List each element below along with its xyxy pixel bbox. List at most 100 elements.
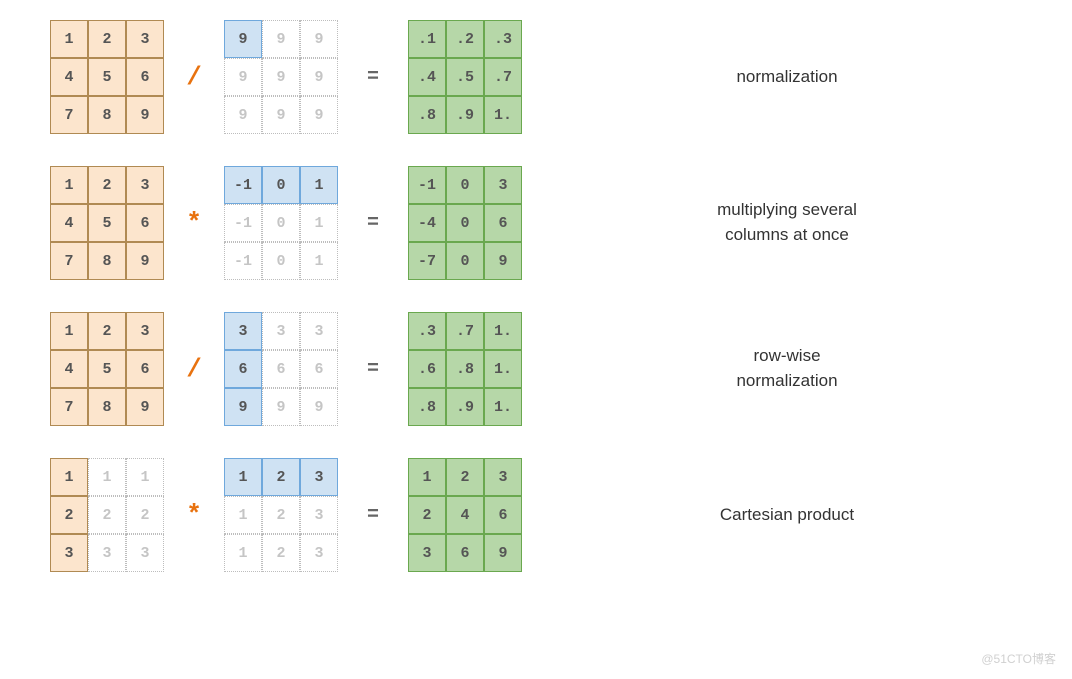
left-matrix-cell: 3 [50, 534, 88, 572]
mid-matrix-cell: 9 [224, 96, 262, 134]
operator-symbol: * [164, 208, 224, 238]
mid-matrix-cell: 3 [300, 534, 338, 572]
result-matrix-cell: 6 [484, 496, 522, 534]
watermark: @51CTO博客 [981, 650, 1056, 667]
mid-matrix-cell: 0 [262, 242, 300, 280]
result-matrix-cell: 2 [446, 458, 484, 496]
result-matrix-cell: 6 [446, 534, 484, 572]
row-label: Cartesian product [522, 503, 1022, 528]
left-matrix: 123456789 [50, 20, 164, 134]
left-matrix: 111222333 [50, 458, 164, 572]
result-matrix-cell: .2 [446, 20, 484, 58]
operator-symbol: / [164, 62, 224, 92]
left-matrix-cell: 2 [88, 166, 126, 204]
mid-matrix-cell: -1 [224, 242, 262, 280]
left-matrix-cell: 2 [126, 496, 164, 534]
mid-matrix-cell: 3 [300, 458, 338, 496]
operator-symbol: / [164, 354, 224, 384]
left-matrix-cell: 3 [126, 534, 164, 572]
left-matrix-cell: 7 [50, 96, 88, 134]
row-label: multiplying severalcolumns at once [522, 198, 1022, 247]
result-matrix-cell: -4 [408, 204, 446, 242]
left-matrix-cell: 7 [50, 388, 88, 426]
result-matrix-cell: 3 [408, 534, 446, 572]
mid-matrix-cell: 2 [262, 534, 300, 572]
left-matrix-cell: 2 [50, 496, 88, 534]
left-matrix-cell: 9 [126, 96, 164, 134]
mid-matrix-cell: 9 [300, 388, 338, 426]
left-matrix-cell: 3 [88, 534, 126, 572]
mid-matrix-cell: 9 [300, 58, 338, 96]
mid-matrix-cell: 0 [262, 166, 300, 204]
example-row-1: 123456789*-101-101-101=-103-406-709multi… [50, 166, 1022, 280]
result-matrix-cell: 1 [408, 458, 446, 496]
left-matrix-cell: 4 [50, 58, 88, 96]
result-matrix: 123246369 [408, 458, 522, 572]
result-matrix-cell: .3 [408, 312, 446, 350]
mid-matrix-cell: 9 [224, 388, 262, 426]
mid-matrix-cell: 1 [300, 166, 338, 204]
result-matrix-cell: .8 [446, 350, 484, 388]
equals-symbol: = [338, 212, 408, 235]
result-matrix-cell: 1. [484, 312, 522, 350]
mid-matrix-cell: 1 [300, 204, 338, 242]
example-row-3: 111222333*123123123=123246369Cartesian p… [50, 458, 1022, 572]
result-matrix-cell: .6 [408, 350, 446, 388]
mid-matrix: 333666999 [224, 312, 338, 426]
result-matrix-cell: 2 [408, 496, 446, 534]
left-matrix-cell: 1 [50, 312, 88, 350]
left-matrix-cell: 1 [50, 458, 88, 496]
mid-matrix-cell: 0 [262, 204, 300, 242]
mid-matrix-cell: 1 [224, 458, 262, 496]
left-matrix-cell: 5 [88, 204, 126, 242]
left-matrix-cell: 3 [126, 312, 164, 350]
equals-symbol: = [338, 504, 408, 527]
left-matrix-cell: 6 [126, 58, 164, 96]
equals-symbol: = [338, 358, 408, 381]
result-matrix-cell: .7 [446, 312, 484, 350]
left-matrix-cell: 1 [50, 166, 88, 204]
left-matrix-cell: 5 [88, 350, 126, 388]
result-matrix-cell: -1 [408, 166, 446, 204]
left-matrix: 123456789 [50, 166, 164, 280]
left-matrix-cell: 8 [88, 96, 126, 134]
mid-matrix: 999999999 [224, 20, 338, 134]
result-matrix-cell: 4 [446, 496, 484, 534]
left-matrix-cell: 2 [88, 312, 126, 350]
left-matrix-cell: 1 [50, 20, 88, 58]
equals-symbol: = [338, 66, 408, 89]
result-matrix-cell: .5 [446, 58, 484, 96]
result-matrix-cell: 6 [484, 204, 522, 242]
mid-matrix-cell: 9 [262, 388, 300, 426]
result-matrix-cell: .1 [408, 20, 446, 58]
mid-matrix-cell: 2 [262, 496, 300, 534]
example-row-0: 123456789/999999999=.1.2.3.4.5.7.8.91.no… [50, 20, 1022, 134]
mid-matrix-cell: 3 [262, 312, 300, 350]
left-matrix-cell: 6 [126, 350, 164, 388]
left-matrix-cell: 1 [88, 458, 126, 496]
result-matrix: -103-406-709 [408, 166, 522, 280]
row-label: row-wisenormalization [522, 344, 1022, 393]
mid-matrix-cell: 6 [224, 350, 262, 388]
mid-matrix-cell: 1 [224, 534, 262, 572]
mid-matrix-cell: 9 [262, 58, 300, 96]
result-matrix-cell: .9 [446, 96, 484, 134]
left-matrix-cell: 4 [50, 204, 88, 242]
left-matrix-cell: 3 [126, 166, 164, 204]
left-matrix-cell: 7 [50, 242, 88, 280]
result-matrix-cell: 1. [484, 96, 522, 134]
mid-matrix-cell: 1 [300, 242, 338, 280]
left-matrix-cell: 9 [126, 388, 164, 426]
result-matrix-cell: 3 [484, 166, 522, 204]
result-matrix: .3.71..6.81..8.91. [408, 312, 522, 426]
left-matrix-cell: 9 [126, 242, 164, 280]
mid-matrix-cell: 1 [224, 496, 262, 534]
left-matrix-cell: 4 [50, 350, 88, 388]
left-matrix-cell: 2 [88, 20, 126, 58]
mid-matrix-cell: 9 [262, 20, 300, 58]
result-matrix-cell: .8 [408, 388, 446, 426]
left-matrix-cell: 3 [126, 20, 164, 58]
operator-symbol: * [164, 500, 224, 530]
result-matrix-cell: 0 [446, 166, 484, 204]
result-matrix: .1.2.3.4.5.7.8.91. [408, 20, 522, 134]
